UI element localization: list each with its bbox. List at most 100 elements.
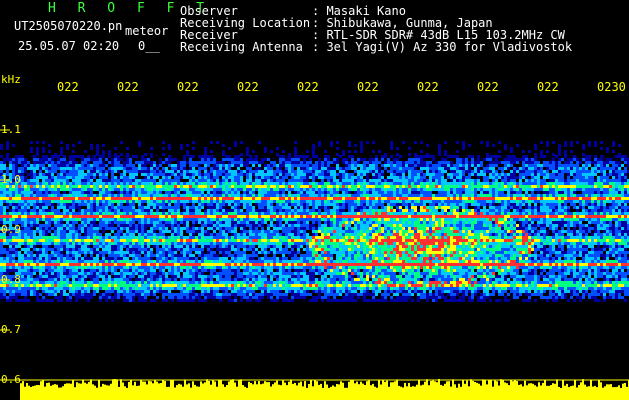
heat-cell (591, 215, 594, 218)
heat-cell (432, 173, 435, 176)
heat-cell (435, 176, 438, 179)
heat-cell (57, 197, 60, 200)
heat-cell (171, 209, 174, 212)
heat-cell (3, 218, 6, 221)
heat-cell (573, 224, 576, 227)
heat-cell (198, 164, 201, 167)
heat-cell (612, 209, 615, 212)
heat-cell (453, 209, 456, 212)
heat-cell (276, 215, 279, 218)
heat-cell (360, 221, 363, 224)
heat-cell (537, 158, 540, 161)
heat-cell (393, 155, 396, 158)
heat-cell (150, 212, 153, 215)
heat-cell (501, 158, 504, 161)
heat-cell (555, 212, 558, 215)
heat-cell (45, 215, 48, 218)
heat-cell (288, 230, 291, 233)
heat-cell (504, 209, 507, 212)
heat-cell (396, 224, 399, 227)
heat-cell (420, 158, 423, 161)
heat-cell (201, 173, 204, 176)
heat-cell (66, 167, 69, 170)
heat-cell (150, 164, 153, 167)
heat-cell (612, 197, 615, 200)
heat-cell (318, 155, 321, 158)
heat-cell (354, 182, 357, 185)
heat-cell (465, 206, 468, 209)
heat-cell (498, 218, 501, 221)
heat-cell (330, 188, 333, 191)
heat-cell (171, 167, 174, 170)
heat-cell (363, 182, 366, 185)
heat-cell (237, 203, 240, 206)
heat-cell (69, 224, 72, 227)
heat-cell (408, 230, 411, 233)
heat-cell (207, 164, 210, 167)
heat-cell (396, 218, 399, 221)
heat-cell (438, 191, 441, 194)
heat-cell (75, 182, 78, 185)
heat-cell (129, 200, 132, 203)
heat-cell (570, 191, 573, 194)
heat-cell (288, 161, 291, 164)
heat-cell (252, 206, 255, 209)
heat-cell (186, 197, 189, 200)
heat-cell (600, 161, 603, 164)
heat-cell (153, 173, 156, 176)
heat-cell (18, 218, 21, 221)
heat-cell (474, 185, 477, 188)
heat-cell (303, 161, 306, 164)
heat-cell (474, 230, 477, 233)
heat-cell (405, 230, 408, 233)
heat-cell (27, 179, 30, 182)
heat-cell (84, 179, 87, 182)
heat-cell (180, 200, 183, 203)
heat-cell (618, 167, 621, 170)
heat-cell (486, 194, 489, 197)
heat-cell (267, 215, 270, 218)
heat-cell (111, 173, 114, 176)
heat-cell (609, 194, 612, 197)
heat-cell (207, 170, 210, 173)
heat-cell (84, 167, 87, 170)
heat-cell (516, 197, 519, 200)
heat-cell (384, 194, 387, 197)
heat-cell (540, 206, 543, 209)
heat-cell (219, 218, 222, 221)
heat-cell (456, 230, 459, 233)
heat-cell (399, 161, 402, 164)
heat-cell (33, 221, 36, 224)
heat-cell (399, 203, 402, 206)
spectrogram-plot (0, 0, 629, 400)
heat-cell (477, 176, 480, 179)
heat-cell (519, 173, 522, 176)
heat-cell (264, 206, 267, 209)
heat-cell (528, 224, 531, 227)
heat-cell (534, 197, 537, 200)
heat-cell (234, 164, 237, 167)
heat-cell (156, 155, 159, 158)
heat-cell (477, 179, 480, 182)
heat-cell (213, 155, 216, 158)
heat-cell (144, 221, 147, 224)
heat-cell (69, 215, 72, 218)
heat-cell (57, 224, 60, 227)
heat-cell (615, 173, 618, 176)
heat-cell (450, 179, 453, 182)
heat-cell (72, 215, 75, 218)
heat-cell (219, 188, 222, 191)
heat-cell (198, 158, 201, 161)
heat-cell (396, 161, 399, 164)
heat-cell (216, 209, 219, 212)
heat-cell (525, 191, 528, 194)
heat-cell (30, 185, 33, 188)
heat-cell (183, 224, 186, 227)
heat-cell (69, 206, 72, 209)
heat-cell (486, 167, 489, 170)
heat-cell (492, 191, 495, 194)
heat-cell (48, 173, 51, 176)
heat-cell (255, 158, 258, 161)
heat-cell (261, 182, 264, 185)
heat-cell (117, 164, 120, 167)
